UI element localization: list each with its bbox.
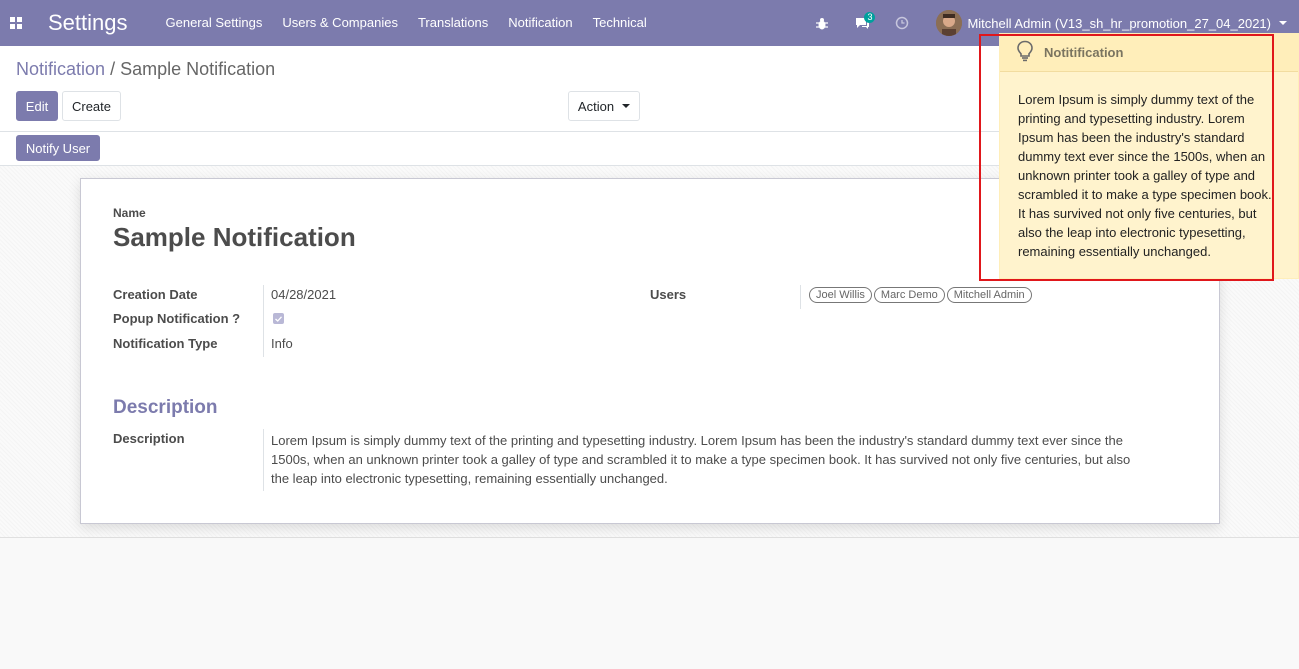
creation-date-value: 04/28/2021 (271, 287, 337, 302)
notification-type-label: Notification Type (113, 336, 218, 351)
action-dropdown-button[interactable]: Action (568, 91, 640, 121)
breadcrumb-current: Sample Notification (120, 59, 276, 79)
popup-notification-label: Popup Notification ? (113, 311, 241, 326)
activity-clock-icon[interactable] (882, 0, 922, 46)
user-tag[interactable]: Mitchell Admin (946, 287, 1032, 303)
creation-date-label: Creation Date (113, 287, 198, 302)
breadcrumb: Notification / Sample Notification (16, 59, 275, 80)
notification-line: scrambled it to make a type specimen boo… (1018, 187, 1272, 202)
debug-bug-icon[interactable] (802, 0, 842, 46)
name-label: Name (113, 206, 146, 220)
description-value: Lorem Ipsum is simply dummy text of the … (271, 431, 1171, 488)
edit-button[interactable]: Edit (16, 91, 58, 121)
notification-line: dummy text ever since the 1500s, when an (1018, 149, 1266, 164)
record-title: Sample Notification (113, 222, 356, 252)
popup-notification-checkbox[interactable] (273, 313, 284, 324)
user-avatar (936, 10, 963, 36)
notification-type-value: Info (271, 336, 293, 351)
lightbulb-icon (1016, 40, 1034, 65)
menu-users-companies[interactable]: Users & Companies (272, 0, 408, 46)
field-divider (800, 285, 801, 309)
caret-down-icon (622, 104, 631, 108)
menu-translations[interactable]: Translations (408, 0, 498, 46)
user-tag[interactable]: Marc Demo (873, 287, 945, 303)
breadcrumb-separator: / (110, 59, 116, 79)
users-tags: Joel Willis Marc Demo Mitchell Admin (809, 286, 1034, 303)
chat-messages-icon[interactable]: 3 (842, 0, 882, 46)
menu-general-settings[interactable]: General Settings (156, 0, 273, 46)
notification-popup-header: Notitification (1000, 34, 1298, 72)
app-title[interactable]: Settings (48, 10, 128, 36)
notification-line: It has survived not only five centuries,… (1018, 206, 1257, 221)
create-button[interactable]: Create (62, 91, 121, 121)
menu-notification[interactable]: Notification (498, 0, 582, 46)
field-divider (263, 429, 264, 491)
chat-count-badge: 3 (864, 12, 876, 23)
caret-down-icon (1279, 21, 1287, 25)
breadcrumb-parent-link[interactable]: Notification (16, 59, 105, 79)
field-divider (263, 285, 264, 357)
apps-menu-icon[interactable] (0, 0, 32, 46)
notification-popup-body: Lorem Ipsum is simply dummy text of the … (1000, 72, 1298, 261)
notification-line: remaining essentially unchanged. (1018, 244, 1211, 259)
notify-user-button[interactable]: Notify User (16, 135, 100, 161)
users-label: Users (650, 287, 687, 302)
description-line: the leap into electronic typesetting, re… (271, 471, 668, 486)
notification-popup[interactable]: Notitification Lorem Ipsum is simply dum… (999, 33, 1299, 279)
description-line: 1500s, when an unknown printer took a ga… (271, 452, 1131, 467)
notification-line: Lorem Ipsum is simply dummy text of the (1018, 92, 1255, 107)
menu-technical[interactable]: Technical (583, 0, 657, 46)
notification-line: printing and typesetting industry. Lorem (1018, 111, 1245, 126)
user-name: Mitchell Admin (V13_sh_hr_promotion_27_0… (967, 15, 1271, 31)
description-label: Description (113, 431, 185, 446)
notification-line: Ipsum has been the industry's standard (1018, 130, 1245, 145)
description-section-title: Description (113, 397, 218, 418)
notification-popup-title: Notitification (1044, 45, 1124, 60)
description-line: Lorem Ipsum is simply dummy text of the … (271, 433, 1123, 448)
notification-line: unknown printer took a galley of type an… (1018, 168, 1256, 183)
action-label: Action (577, 98, 615, 114)
notification-line: also the leap into electronic typesettin… (1018, 225, 1246, 240)
user-tag[interactable]: Joel Willis (809, 287, 872, 303)
